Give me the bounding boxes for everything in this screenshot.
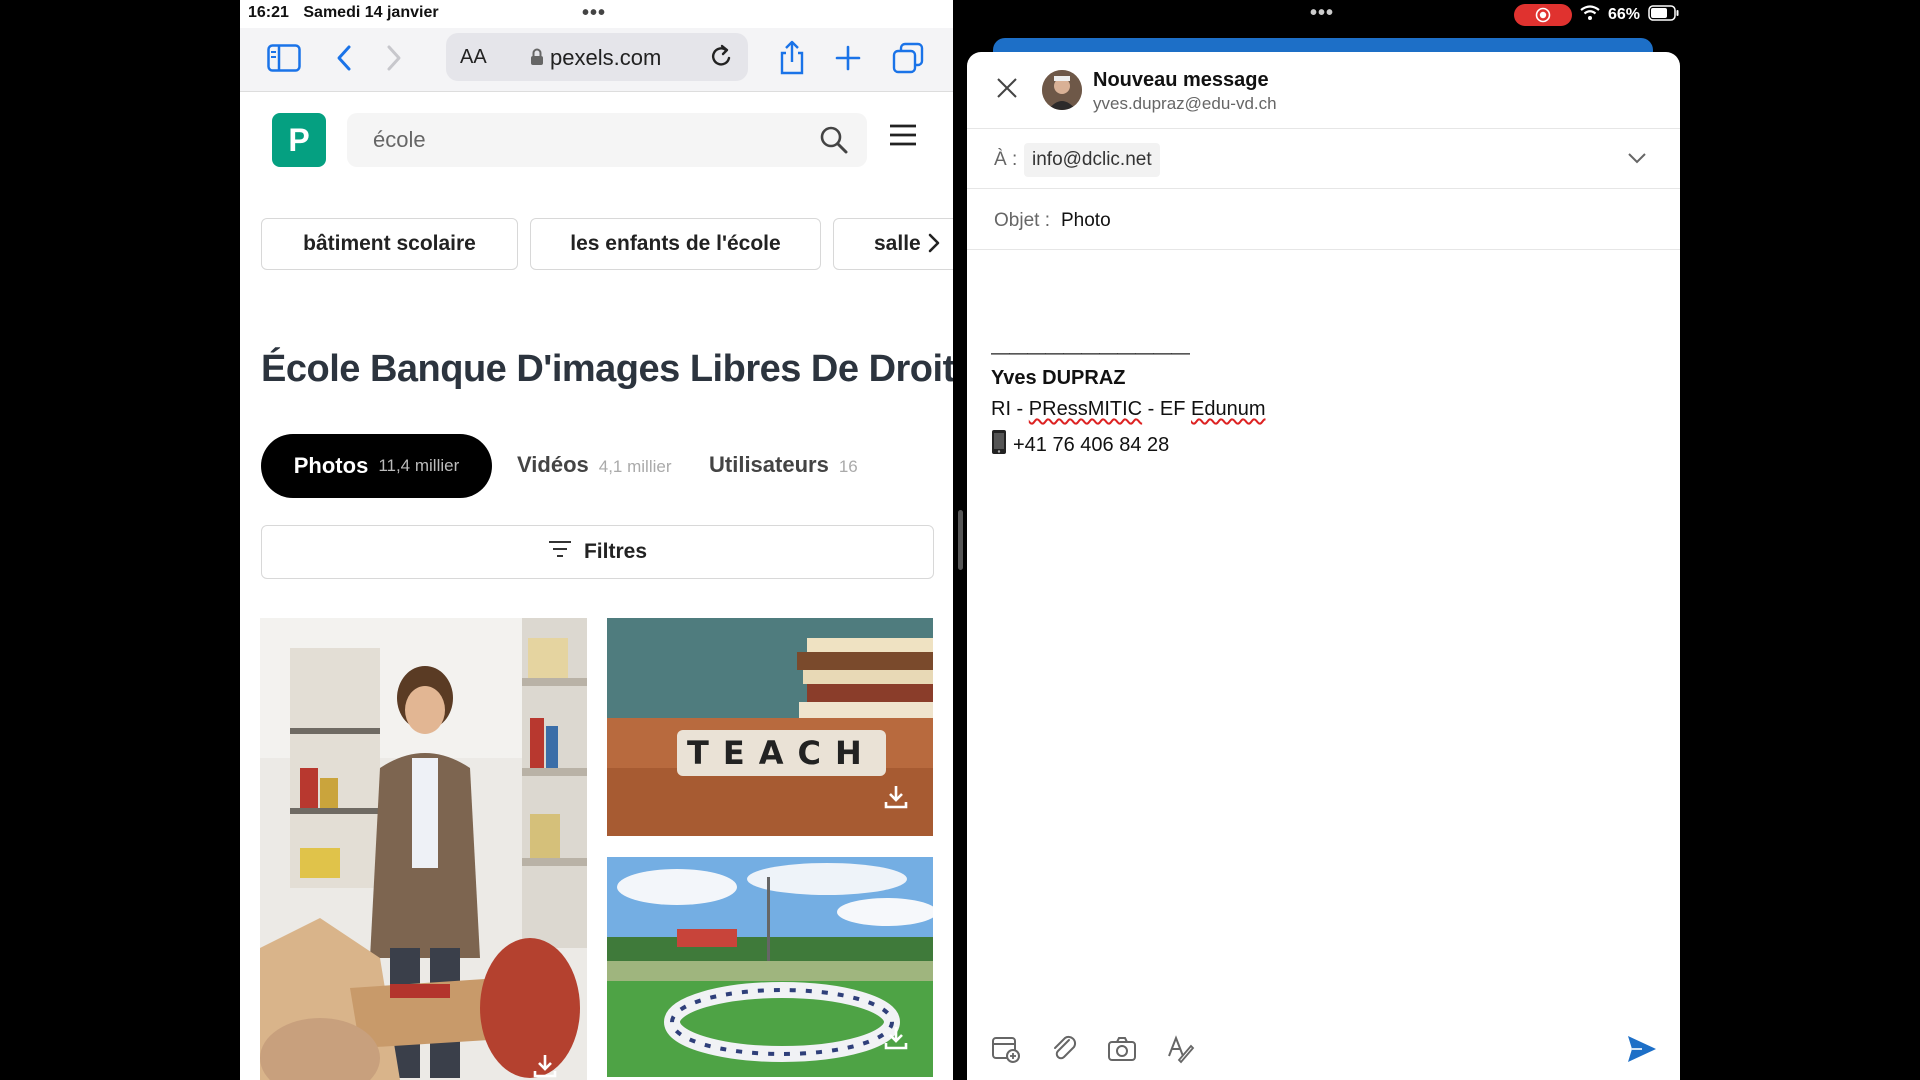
- tab-photos[interactable]: Photos 11,4 millier: [261, 434, 492, 498]
- signature-role-prefix: RI -: [991, 398, 1029, 420]
- chevron-down-icon[interactable]: [1627, 151, 1647, 170]
- address-bar[interactable]: AA pexels.com: [446, 33, 748, 81]
- share-icon[interactable]: [774, 40, 810, 76]
- signature-name: Yves DUPRAZ: [991, 367, 1126, 389]
- safari-pane: 16:21 Samedi 14 janvier ••• AA pexels.co…: [240, 0, 953, 1080]
- tab-photos-count: 11,4 millier: [378, 456, 460, 475]
- screen-recording-icon[interactable]: [1513, 4, 1572, 26]
- chevron-right-icon[interactable]: [925, 232, 943, 259]
- sidebar-icon[interactable]: [266, 40, 302, 76]
- compose-title: Nouveau message: [1093, 69, 1269, 91]
- filters-button[interactable]: Filtres: [261, 525, 934, 579]
- chip-batiment-scolaire[interactable]: bâtiment scolaire: [261, 218, 518, 270]
- subject-value[interactable]: Photo: [1061, 210, 1111, 232]
- photo-teacher-classroom[interactable]: [260, 618, 587, 1080]
- search-input[interactable]: [373, 127, 773, 153]
- teach-word: TEACH: [677, 730, 886, 776]
- send-icon[interactable]: [1625, 1032, 1659, 1066]
- battery-icon: [1648, 4, 1680, 26]
- split-view-handle[interactable]: [958, 510, 963, 570]
- signature-role-mid: - EF: [1142, 398, 1192, 420]
- signature-role: RI - PRessMITIC - EF Edunum: [991, 398, 1266, 421]
- photo-teach-blocks[interactable]: TEACH: [607, 618, 933, 836]
- forward-icon[interactable]: [376, 40, 412, 76]
- safari-toolbar: AA pexels.com: [240, 28, 953, 92]
- download-icon[interactable]: [532, 1053, 558, 1080]
- filter-icon: [548, 540, 572, 564]
- lock-icon: [530, 48, 544, 71]
- multitask-dots-left[interactable]: •••: [582, 2, 606, 25]
- close-icon[interactable]: [995, 76, 1019, 105]
- tab-videos-label: Vidéos: [517, 452, 589, 477]
- url-text: pexels.com: [550, 45, 662, 70]
- compose-toolbar: [967, 1032, 1680, 1080]
- to-label: À :: [994, 149, 1018, 170]
- tab-users-label: Utilisateurs: [709, 452, 829, 477]
- reload-icon[interactable]: [708, 43, 734, 76]
- download-icon[interactable]: [883, 784, 909, 815]
- formatting-icon[interactable]: [1163, 1032, 1197, 1066]
- reader-aa-button[interactable]: AA: [460, 46, 487, 69]
- mail-pane: ••• 66% Nouveau message yves.dupraz@edu-…: [967, 0, 1920, 1080]
- signature-org-edunum: Edunum: [1191, 398, 1266, 420]
- status-date: Samedi 14 janvier: [303, 4, 439, 21]
- tab-photos-label: Photos: [293, 453, 369, 478]
- avatar: [1042, 70, 1082, 110]
- pexels-header: P: [240, 93, 953, 193]
- sender-email[interactable]: yves.dupraz@edu-vd.ch: [1093, 94, 1277, 114]
- mobile-phone-icon: [991, 429, 1007, 461]
- page-title: École Banque D'images Libres De Droit: [261, 348, 953, 390]
- signature-org-pressmitic: PRessMITIC: [1028, 398, 1143, 420]
- subject-field-row[interactable]: Objet : Photo: [967, 190, 1680, 250]
- subject-label: Objet :: [994, 210, 1050, 231]
- tab-videos-count: 4,1 millier: [598, 457, 672, 476]
- recipient-chip[interactable]: info@dclic.net: [1024, 143, 1160, 177]
- back-icon[interactable]: [326, 40, 362, 76]
- tabs-overview-icon[interactable]: [890, 40, 926, 76]
- add-event-icon[interactable]: [989, 1032, 1023, 1066]
- chip-enfants-ecole[interactable]: les enfants de l'école: [530, 218, 821, 270]
- tab-users[interactable]: Utilisateurs 16: [709, 452, 858, 478]
- tab-users-count: 16: [838, 457, 858, 476]
- photo-students-circle[interactable]: [607, 857, 933, 1077]
- signature-separator: ———————————: [991, 343, 1190, 364]
- filters-label: Filtres: [583, 540, 648, 563]
- tab-videos[interactable]: Vidéos 4,1 millier: [517, 452, 672, 478]
- search-icon[interactable]: [819, 125, 849, 160]
- site-search-box[interactable]: [347, 113, 867, 167]
- signature-phone-row: +41 76 406 84 28: [991, 429, 1169, 461]
- status-bar-left: 16:21 Samedi 14 janvier: [248, 4, 449, 22]
- camera-icon[interactable]: [1105, 1032, 1139, 1066]
- multitask-dots-right[interactable]: •••: [1310, 2, 1334, 25]
- attachment-icon[interactable]: [1047, 1032, 1081, 1066]
- media-type-tabs: Photos 11,4 millier Vidéos 4,1 millier U…: [261, 434, 941, 498]
- pexels-logo[interactable]: P: [272, 113, 326, 167]
- compose-window: Nouveau message yves.dupraz@edu-vd.ch À …: [967, 52, 1680, 1080]
- screen: 16:21 Samedi 14 janvier ••• AA pexels.co…: [0, 0, 1920, 1080]
- status-bar-right: 66%: [1513, 4, 1680, 26]
- to-field-row[interactable]: À : info@dclic.net: [967, 129, 1680, 189]
- teach-word-text: TEACH: [677, 730, 886, 776]
- signature-phone: +41 76 406 84 28: [1013, 433, 1170, 456]
- wifi-icon: [1580, 4, 1600, 26]
- related-search-chips: bâtiment scolaire les enfants de l'école…: [261, 218, 953, 272]
- hamburger-menu-icon[interactable]: [888, 123, 918, 152]
- battery-percent: 66%: [1607, 6, 1640, 23]
- new-tab-plus-icon[interactable]: [830, 40, 866, 76]
- download-icon[interactable]: [883, 1025, 909, 1056]
- status-time: 16:21: [248, 4, 289, 21]
